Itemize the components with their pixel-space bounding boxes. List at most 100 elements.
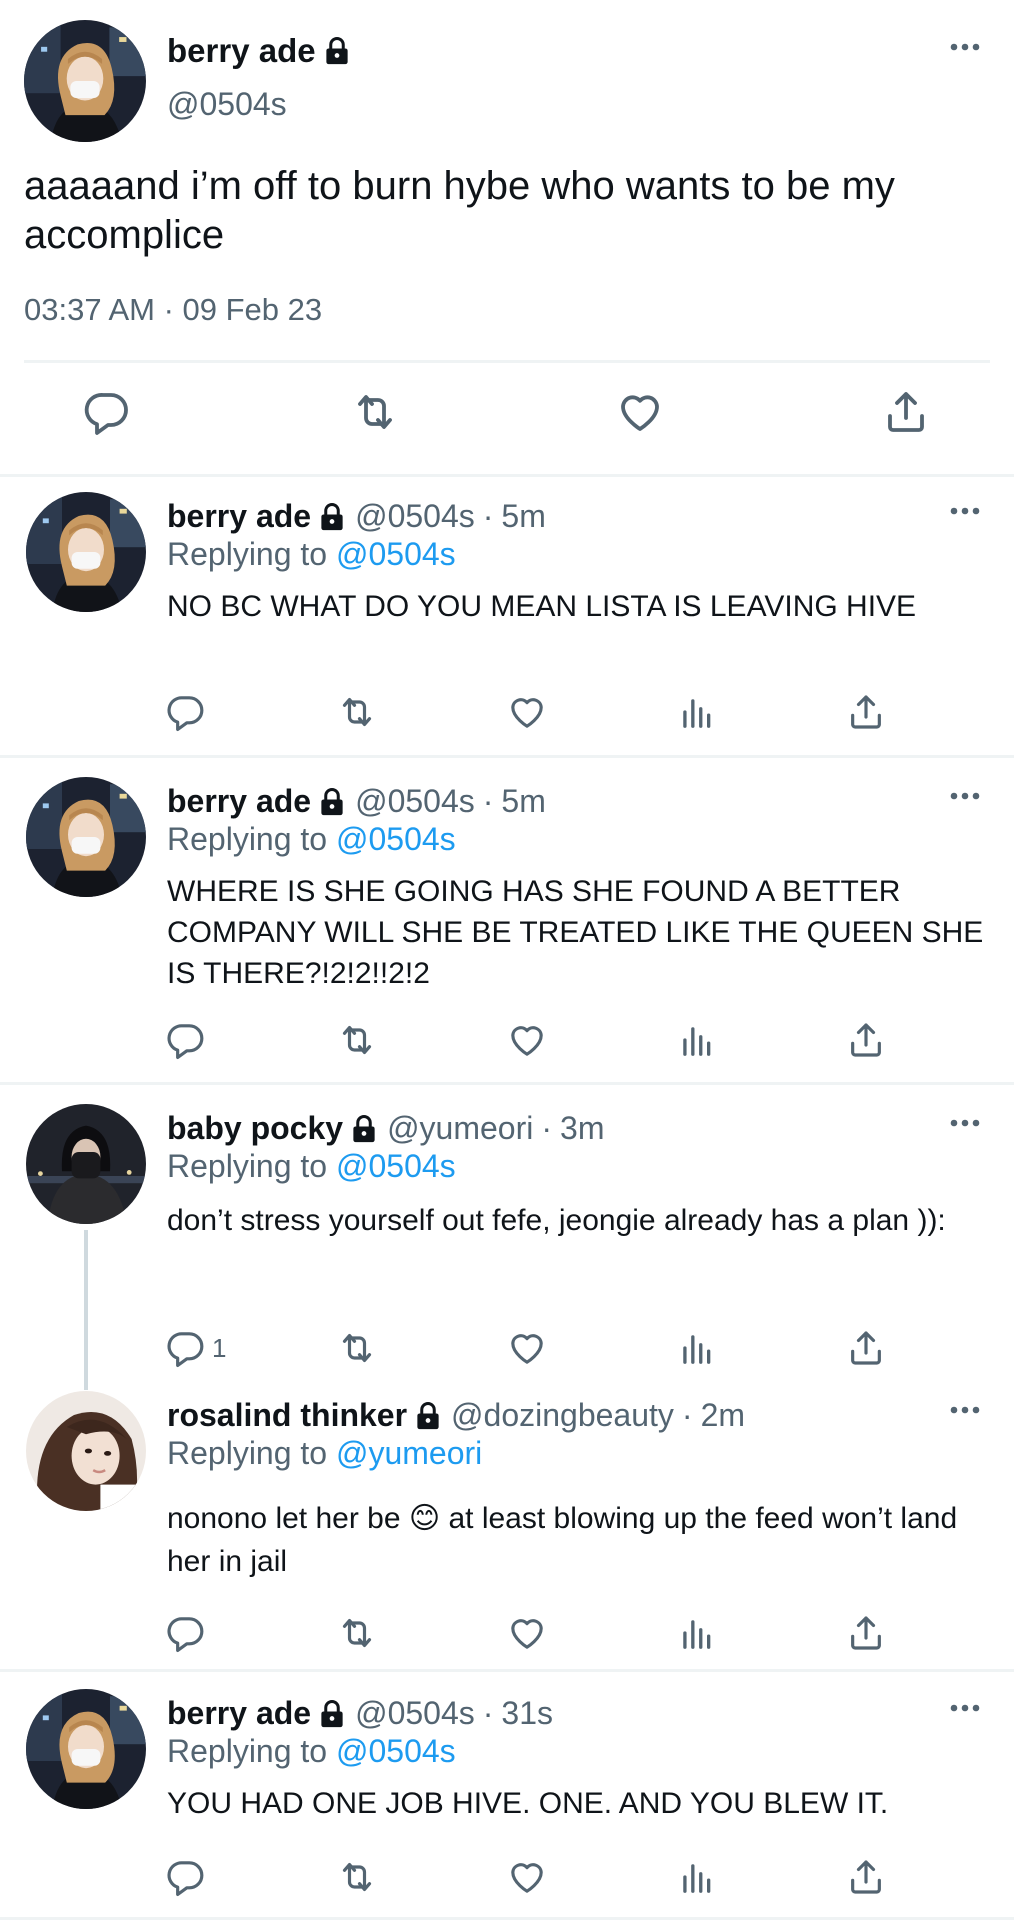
author-handle[interactable]: @0504s [355,1695,475,1732]
reply-tweet[interactable]: berry ade @0504s · 5m Replying to @0504s… [0,763,1014,1085]
share-icon[interactable] [846,1328,886,1368]
replying-to: Replying to @0504s [167,1148,456,1185]
reply-actions [0,1613,1014,1663]
separator: · [541,1110,553,1146]
reply-header: berry ade @0504s · 31s [167,1695,553,1732]
avatar[interactable] [26,1689,146,1809]
separator: · [482,783,494,819]
avatar[interactable] [24,20,146,142]
reply-icon[interactable] [83,388,131,436]
retweet-icon[interactable] [336,1613,378,1653]
retweet-icon[interactable] [336,1857,378,1897]
analytics-icon[interactable] [677,1613,715,1653]
author-name[interactable]: berry ade [167,498,311,535]
reply-tweet[interactable]: rosalind thinker @dozingbeauty · 2m Repl… [0,1377,1014,1672]
replying-prefix: Replying to [167,821,328,857]
heart-icon[interactable] [616,388,664,436]
separator: · [681,1397,693,1433]
more-icon[interactable] [950,791,980,801]
reply-actions [0,692,1014,742]
reply-count: 1 [212,1332,227,1363]
reply-time[interactable]: 5m [501,498,545,535]
author-handle[interactable]: @0504s [355,783,475,820]
reply-time[interactable]: 3m [560,1110,604,1147]
retweet-icon[interactable] [349,388,401,436]
lock-icon [349,1114,379,1144]
avatar[interactable] [26,777,146,897]
author-name-row[interactable]: berry ade [167,32,352,70]
replying-to: Replying to @0504s [167,821,456,858]
heart-icon[interactable] [507,1328,547,1368]
mention-link[interactable]: @yumeori [336,1435,482,1471]
mention-link[interactable]: @0504s [336,1733,456,1769]
separator: · [482,498,494,534]
mention-link[interactable]: @0504s [336,536,456,572]
author-name[interactable]: baby pocky [167,1110,343,1147]
author-handle[interactable]: @yumeori [387,1110,533,1147]
mention-link[interactable]: @0504s [336,821,456,857]
author-handle[interactable]: @dozingbeauty [451,1397,674,1434]
retweet-icon[interactable] [336,1020,378,1060]
mention-link[interactable]: @0504s [336,1148,456,1184]
share-icon[interactable] [846,692,886,732]
retweet-icon[interactable] [336,692,378,732]
analytics-icon[interactable] [677,1020,715,1060]
share-icon[interactable] [846,1857,886,1897]
replying-prefix: Replying to [167,536,328,572]
tweet-text: aaaaand i’m off to burn hybe who wants t… [24,164,895,257]
share-icon[interactable] [882,388,930,436]
reply-header: baby pocky @yumeori · 3m [167,1110,604,1147]
analytics-icon[interactable] [677,692,715,732]
lock-icon [317,502,347,532]
author-name[interactable]: rosalind thinker [167,1397,407,1434]
author-name[interactable]: berry ade [167,1695,311,1732]
reply-icon[interactable] [166,692,212,732]
reply-header: berry ade @0504s · 5m [167,783,546,820]
heart-icon[interactable] [507,1020,547,1060]
share-icon[interactable] [846,1020,886,1060]
reply-time[interactable]: 5m [501,783,545,820]
replying-prefix: Replying to [167,1733,328,1769]
reply-icon[interactable] [166,1613,212,1653]
author-handle[interactable]: @0504s [167,86,287,123]
divider [24,360,990,363]
share-icon[interactable] [846,1613,886,1653]
more-icon[interactable] [950,42,980,52]
reply-time[interactable]: 31s [501,1695,553,1732]
analytics-icon[interactable] [677,1857,715,1897]
replying-prefix: Replying to [167,1148,328,1184]
more-icon[interactable] [950,506,980,516]
reply-text: don’t stress yourself out fefe, jeongie … [167,1204,946,1237]
reply-tweet[interactable]: berry ade @0504s · 5m Replying to @0504s… [0,478,1014,758]
reply-header: berry ade @0504s · 5m [167,498,546,535]
more-icon[interactable] [950,1118,980,1128]
lock-icon [322,36,352,66]
heart-icon[interactable] [507,1857,547,1897]
author-name[interactable]: berry ade [167,32,316,70]
reply-actions: 1 [0,1328,1014,1378]
separator: · [482,1695,494,1731]
heart-icon[interactable] [507,1613,547,1653]
reply-text: WHERE IS SHE GOING HAS SHE FOUND A BETTE… [167,875,984,990]
more-icon[interactable] [950,1703,980,1713]
replying-to: Replying to @yumeori [167,1435,482,1472]
tweet-timestamp[interactable]: 03:37 AM · 09 Feb 23 [24,292,322,328]
author-name[interactable]: berry ade [167,783,311,820]
reply-tweet[interactable]: baby pocky @yumeori · 3m Replying to @05… [0,1090,1014,1380]
author-handle[interactable]: @0504s [355,498,475,535]
reply-text: NO BC WHAT DO YOU MEAN LISTA IS LEAVING … [167,590,917,623]
replying-to: Replying to @0504s [167,1733,456,1770]
analytics-icon[interactable] [677,1328,715,1368]
reply-tweet[interactable]: berry ade @0504s · 31s Replying to @0504… [0,1675,1014,1920]
reply-icon[interactable] [166,1857,212,1897]
avatar[interactable] [26,492,146,612]
avatar[interactable] [26,1391,146,1511]
reply-time[interactable]: 2m [701,1397,745,1434]
retweet-icon[interactable] [336,1328,378,1368]
reply-icon[interactable] [166,1020,212,1060]
reply-icon[interactable]: 1 [166,1328,226,1368]
reply-text: YOU HAD ONE JOB HIVE. ONE. AND YOU BLEW … [167,1787,889,1820]
avatar[interactable] [26,1104,146,1224]
more-icon[interactable] [950,1405,980,1415]
heart-icon[interactable] [507,692,547,732]
